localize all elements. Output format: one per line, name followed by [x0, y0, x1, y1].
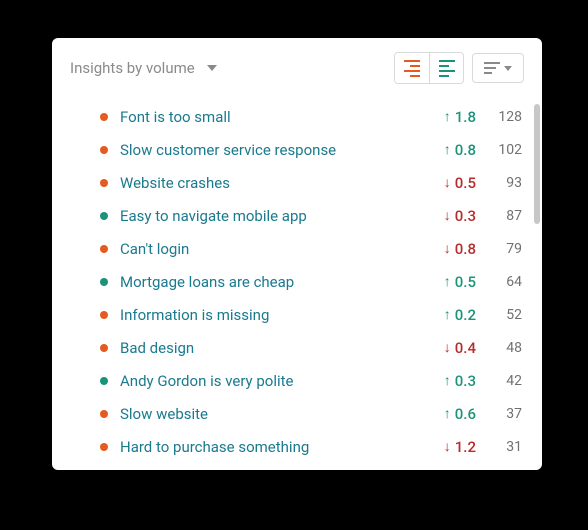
sentiment-dot — [100, 113, 108, 121]
alignment-group — [394, 52, 464, 84]
count-value: 93 — [482, 175, 522, 191]
insight-label: Can't login — [120, 240, 422, 258]
align-left-icon — [439, 60, 455, 77]
count-value: 79 — [482, 241, 522, 257]
trend-value: ↓ 0.5 — [422, 174, 476, 192]
view-selector[interactable]: Insights by volume — [70, 59, 217, 77]
count-value: 52 — [482, 307, 522, 323]
delta-value: 0.5 — [455, 273, 476, 291]
arrow-up-icon: ↑ — [444, 374, 451, 388]
delta-value: 0.2 — [455, 306, 476, 324]
arrow-up-icon: ↑ — [444, 143, 451, 157]
panel-header: Insights by volume — [52, 38, 542, 98]
insights-panel: Insights by volume — [52, 38, 542, 470]
arrow-down-icon: ↓ — [444, 440, 451, 454]
toolbar — [394, 52, 524, 84]
insight-label: Font is too small — [120, 108, 422, 126]
insight-label: Information is missing — [120, 306, 422, 324]
arrow-up-icon: ↑ — [444, 407, 451, 421]
sentiment-dot — [100, 443, 108, 451]
sentiment-dot — [100, 212, 108, 220]
insight-label: Website crashes — [120, 174, 422, 192]
sentiment-dot — [100, 245, 108, 253]
chevron-down-icon — [504, 66, 512, 71]
insights-list: Font is too small ↑ 1.8 128 Slow customer se… — [52, 98, 542, 470]
arrow-down-icon: ↓ — [444, 341, 451, 355]
chevron-down-icon — [207, 65, 217, 71]
list-item[interactable]: Font is too small ↑ 1.8 128 — [100, 100, 522, 133]
sort-button[interactable] — [472, 53, 524, 83]
list-item[interactable]: Website crashes ↓ 0.5 93 — [100, 166, 522, 199]
list-viewport: Font is too small ↑ 1.8 128 Slow customer se… — [52, 98, 542, 470]
trend-value: ↑ 0.2 — [422, 306, 476, 324]
count-value: 37 — [482, 406, 522, 422]
sentiment-dot — [100, 146, 108, 154]
delta-value: 0.6 — [455, 405, 476, 423]
count-value: 102 — [482, 142, 522, 158]
count-value: 31 — [482, 439, 522, 455]
list-item[interactable]: Bad design ↓ 0.4 48 — [100, 331, 522, 364]
trend-value: ↑ 0.5 — [422, 273, 476, 291]
sentiment-dot — [100, 311, 108, 319]
sentiment-dot — [100, 278, 108, 286]
list-item[interactable]: Andy Gordon is very polite ↑ 0.3 42 — [100, 364, 522, 397]
count-value: 87 — [482, 208, 522, 224]
arrow-up-icon: ↑ — [444, 308, 451, 322]
align-right-icon — [404, 60, 420, 77]
trend-value: ↓ 0.8 — [422, 240, 476, 258]
list-item[interactable]: Easy to navigate mobile app ↓ 0.3 87 — [100, 199, 522, 232]
delta-value: 0.3 — [455, 207, 476, 225]
delta-value: 0.8 — [455, 240, 476, 258]
arrow-down-icon: ↓ — [444, 176, 451, 190]
count-value: 48 — [482, 340, 522, 356]
insight-label: Mortgage loans are cheap — [120, 273, 422, 291]
list-item[interactable]: Slow website ↑ 0.6 37 — [100, 397, 522, 430]
view-selector-label: Insights by volume — [70, 59, 195, 77]
delta-value: 0.8 — [455, 141, 476, 159]
insight-label: Easy to navigate mobile app — [120, 207, 422, 225]
list-item[interactable]: Can't login ↓ 0.8 79 — [100, 232, 522, 265]
sentiment-dot — [100, 344, 108, 352]
sort-icon — [484, 62, 500, 74]
sentiment-dot — [100, 179, 108, 187]
count-value: 64 — [482, 274, 522, 290]
align-right-button[interactable] — [395, 53, 429, 83]
insight-label: Hard to purchase something — [120, 438, 422, 456]
insight-label: Slow customer service response — [120, 141, 422, 159]
trend-value: ↑ 0.6 — [422, 405, 476, 423]
arrow-up-icon: ↑ — [444, 110, 451, 124]
delta-value: 0.4 — [455, 339, 476, 357]
trend-value: ↑ 1.8 — [422, 108, 476, 126]
arrow-down-icon: ↓ — [444, 209, 451, 223]
delta-value: 1.8 — [455, 108, 476, 126]
align-left-button[interactable] — [429, 53, 463, 83]
trend-value: ↓ 1.2 — [422, 438, 476, 456]
list-item[interactable]: Hard to purchase something ↓ 1.2 31 — [100, 430, 522, 463]
insight-label: Slow website — [120, 405, 422, 423]
trend-value: ↓ 0.3 — [422, 207, 476, 225]
delta-value: 1.2 — [455, 438, 476, 456]
delta-value: 0.5 — [455, 174, 476, 192]
trend-value: ↓ 0.4 — [422, 339, 476, 357]
list-item[interactable]: Mortgage loans are cheap ↑ 0.5 64 — [100, 265, 522, 298]
insight-label: Andy Gordon is very polite — [120, 372, 422, 390]
scrollbar-thumb[interactable] — [534, 104, 540, 224]
arrow-down-icon: ↓ — [444, 242, 451, 256]
count-value: 128 — [482, 109, 522, 125]
sentiment-dot — [100, 410, 108, 418]
list-item[interactable]: Information is missing ↑ 0.2 52 — [100, 298, 522, 331]
sentiment-dot — [100, 377, 108, 385]
list-item[interactable]: Slow customer service response ↑ 0.8 102 — [100, 133, 522, 166]
count-value: 42 — [482, 373, 522, 389]
delta-value: 0.3 — [455, 372, 476, 390]
arrow-up-icon: ↑ — [444, 275, 451, 289]
trend-value: ↑ 0.3 — [422, 372, 476, 390]
insight-label: Bad design — [120, 339, 422, 357]
trend-value: ↑ 0.8 — [422, 141, 476, 159]
